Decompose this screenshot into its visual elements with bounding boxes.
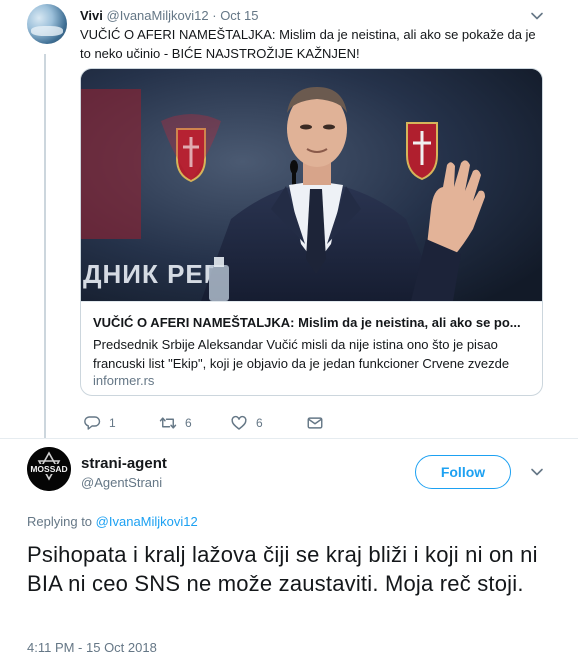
- reply-icon: [84, 416, 101, 430]
- tweet-divider: [0, 438, 578, 439]
- link-preview-card[interactable]: ДНИК РЕП VUČIĆ O AFERI NAMEŠTALJKA: Misl…: [80, 68, 543, 396]
- chevron-down-icon[interactable]: [529, 464, 545, 480]
- coat-of-arms-right: [406, 122, 438, 181]
- main-author-name[interactable]: strani-agent: [81, 455, 167, 473]
- parent-author-handle[interactable]: @IvanaMiljkovi12: [107, 8, 209, 23]
- like-action[interactable]: 6: [230, 414, 263, 432]
- card-description: Predsednik Srbije Aleksandar Vučić misli…: [93, 337, 510, 371]
- parent-tweet-header: Vivi @IvanaMiljkovi12 · Oct 15: [80, 8, 258, 24]
- parent-avatar[interactable]: [27, 4, 67, 44]
- card-image: ДНИК РЕП: [81, 69, 542, 301]
- follow-button[interactable]: Follow: [415, 455, 511, 489]
- reply-count: 1: [109, 416, 116, 430]
- thread-connector-line: [44, 54, 46, 438]
- envelope-icon: [307, 417, 323, 429]
- replying-to-label: Replying to: [27, 514, 93, 529]
- main-author-handle[interactable]: @AgentStrani: [81, 475, 162, 491]
- retweet-action[interactable]: 6: [159, 414, 192, 432]
- card-body: VUČIĆ O AFERI NAMEŠTALJKA: Mislim da je …: [81, 301, 542, 395]
- avatar-logo-text: MOSSAD: [30, 464, 67, 474]
- retweet-count: 6: [185, 416, 192, 430]
- main-avatar[interactable]: MOSSAD: [27, 447, 71, 491]
- card-image-sign-text: ДНИК РЕП: [83, 259, 223, 289]
- parent-tweet-time[interactable]: Oct 15: [220, 8, 258, 23]
- card-title: VUČIĆ O AFERI NAMEŠTALJKA: Mislim da je …: [93, 315, 521, 330]
- chevron-down-icon[interactable]: [529, 8, 545, 24]
- main-tweet-timestamp[interactable]: 4:11 PM - 15 Oct 2018: [27, 640, 157, 656]
- replying-to-line: Replying to @IvanaMiljkovi12: [27, 514, 198, 530]
- like-count: 6: [256, 416, 263, 430]
- parent-author-name[interactable]: Vivi: [80, 8, 103, 23]
- heart-icon: [231, 415, 247, 430]
- retweet-icon: [159, 417, 177, 429]
- parent-tweet[interactable]: Vivi @IvanaMiljkovi12 · Oct 15 VUČIĆ O A…: [0, 0, 578, 438]
- parent-tweet-text: VUČIĆ O AFERI NAMEŠTALJKA: Mislim da je …: [80, 27, 536, 61]
- replying-to-handle-link[interactable]: @IvanaMiljkovi12: [96, 514, 198, 529]
- direct-message-action[interactable]: [306, 414, 324, 432]
- card-domain: informer.rs: [93, 373, 155, 388]
- reply-action[interactable]: 1: [83, 414, 116, 432]
- main-tweet-text: Psihopata i kralj lažova čiji se kraj bl…: [27, 542, 538, 596]
- separator-dot: ·: [212, 8, 217, 23]
